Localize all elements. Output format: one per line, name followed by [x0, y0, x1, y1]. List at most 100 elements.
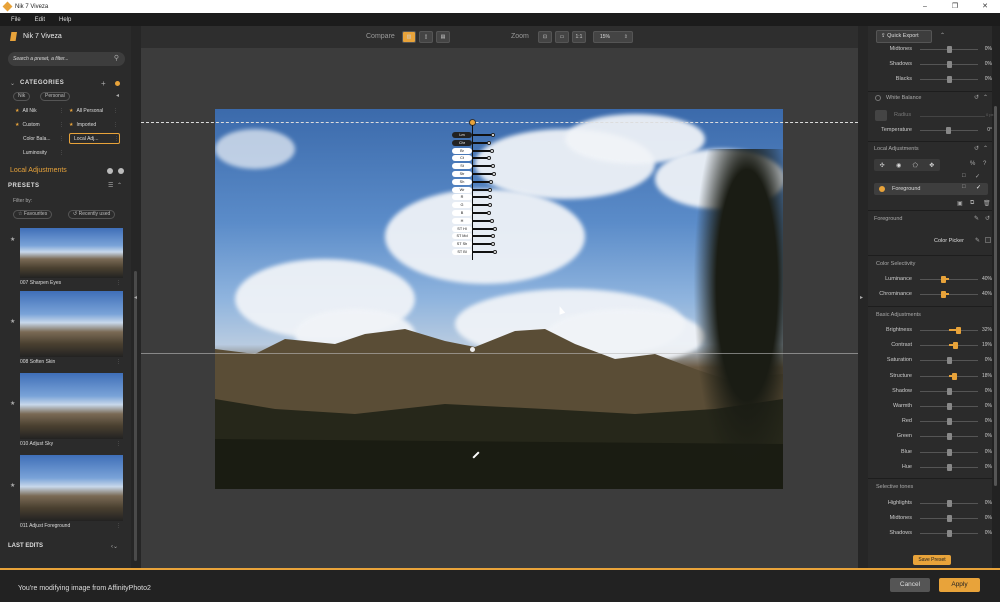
highlights-row[interactable]: Highlights 0%: [868, 497, 992, 511]
color-swatch[interactable]: [985, 237, 991, 243]
gradient-tool-icon[interactable]: ✥: [929, 162, 934, 169]
list-view-icon[interactable]: ☰: [108, 182, 113, 189]
more-icon[interactable]: ⋮: [116, 358, 121, 366]
control-point-slider[interactable]: ST Bl: [452, 249, 497, 255]
more-icon[interactable]: ⋮: [59, 148, 64, 159]
quick-export-button[interactable]: ⇪ Quick Export: [876, 30, 932, 43]
category-local-adjustments[interactable]: Local Adj... ⋮: [69, 133, 120, 144]
control-point-knob[interactable]: [490, 218, 494, 223]
maximize-button[interactable]: ❐: [940, 0, 970, 13]
chrominance-row[interactable]: Chrominance 40%: [868, 288, 992, 302]
favourite-star-icon[interactable]: ★: [10, 236, 15, 243]
shadows-row[interactable]: Shadows 0%: [868, 527, 992, 541]
control-point-knob[interactable]: [491, 242, 495, 247]
right-scrollbar[interactable]: [992, 26, 1000, 568]
control-point-knob[interactable]: [491, 164, 495, 169]
control-point-tool-icon[interactable]: ✣: [880, 162, 885, 169]
close-button[interactable]: ✕: [970, 0, 1000, 13]
category-imported[interactable]: ★ Imported ⋮: [69, 120, 118, 131]
color-picker-eyedropper-icon[interactable]: ✎: [975, 237, 980, 244]
select-all-icon[interactable]: □: [962, 173, 966, 179]
slider-knob[interactable]: [952, 342, 958, 350]
more-icon[interactable]: ⋮: [114, 134, 119, 145]
foreground-item[interactable]: Foreground: [874, 183, 988, 195]
collapse-icon[interactable]: ⌄: [10, 80, 15, 87]
tag-more-icon[interactable]: ◂: [116, 92, 119, 99]
control-point-slider[interactable]: Lm: [452, 132, 495, 138]
shadows-row[interactable]: Shadows 0%: [868, 58, 992, 72]
control-point-knob[interactable]: [493, 226, 497, 231]
slider-knob[interactable]: [952, 372, 958, 380]
preset-card[interactable]: 011 Adjust Foreground ⋮: [20, 455, 123, 530]
control-point-slider[interactable]: ST Hl: [452, 225, 497, 232]
red-row[interactable]: Red 0%: [868, 415, 992, 429]
control-point-knob[interactable]: [488, 203, 492, 208]
control-point-knob[interactable]: [490, 148, 494, 153]
control-point-knob[interactable]: [487, 156, 491, 161]
zoom-select[interactable]: 15% ⇕: [593, 31, 633, 43]
control-point-slider[interactable]: St: [452, 163, 495, 170]
slider-track[interactable]: [920, 294, 978, 295]
slider-knob[interactable]: [947, 46, 952, 53]
more-icon[interactable]: ⋮: [59, 134, 64, 145]
local-adjustments-link[interactable]: Local Adjustments: [10, 167, 67, 174]
warmth-row[interactable]: Warmth 0%: [868, 400, 992, 414]
slider-knob[interactable]: [947, 433, 952, 441]
more-icon[interactable]: ⋮: [116, 279, 121, 287]
duplicate-icon[interactable]: ⧉: [970, 200, 974, 207]
apply-button[interactable]: Apply: [939, 578, 980, 592]
slider-knob[interactable]: [947, 515, 952, 522]
slider-knob[interactable]: [947, 530, 952, 537]
control-point-slider[interactable]: ST Sh: [452, 241, 495, 248]
more-icon[interactable]: ⋮: [116, 522, 121, 530]
reset-icon[interactable]: ↺: [985, 215, 990, 222]
percent-icon[interactable]: %: [970, 161, 975, 167]
gradient-bottom-line[interactable]: [141, 353, 858, 354]
last-edits-toggle-icon[interactable]: ‹⌄: [111, 543, 118, 550]
color-dot-icon[interactable]: [115, 81, 120, 86]
brush-icon[interactable]: ✎: [974, 215, 979, 222]
eyedropper-button[interactable]: [875, 110, 887, 121]
menu-edit[interactable]: Edit: [35, 17, 45, 23]
control-point-knob[interactable]: [487, 140, 491, 145]
category-color-balance[interactable]: Color Bala... ⋮: [23, 134, 64, 145]
check-icon[interactable]: ✓: [975, 173, 980, 180]
zoom-fill-button[interactable]: ▭: [555, 31, 569, 43]
photo-preview[interactable]: [215, 109, 783, 489]
add-category-icon[interactable]: +: [101, 79, 106, 88]
slider-knob[interactable]: [947, 448, 952, 456]
check-icon[interactable]: ✓: [976, 184, 981, 191]
control-point-slider[interactable]: Str: [452, 171, 496, 177]
category-custom[interactable]: ★ Custom ⋮: [15, 120, 64, 131]
collapse-presets-icon[interactable]: ⌃: [117, 182, 122, 189]
help-icon[interactable]: ?: [983, 161, 986, 167]
zoom-1to1-button[interactable]: 1:1: [572, 31, 586, 43]
tag-nik[interactable]: Nik: [13, 92, 31, 101]
reset-icon[interactable]: ↺: [974, 145, 979, 152]
control-point-knob[interactable]: [491, 234, 495, 239]
menu-help[interactable]: Help: [59, 17, 71, 23]
slider-knob[interactable]: [956, 327, 962, 334]
structure-row[interactable]: Structure 18%: [868, 370, 992, 384]
category-all-personal[interactable]: ★ All Personal ⋮: [69, 106, 118, 117]
slider-knob[interactable]: [941, 291, 947, 298]
luminance-row[interactable]: Luminance 40%: [868, 273, 992, 287]
radius-track[interactable]: [920, 116, 985, 117]
white-balance-toggle[interactable]: [875, 95, 881, 101]
category-luminosity[interactable]: Luminosity ⋮: [23, 148, 64, 159]
category-all-nik[interactable]: ★ All Nik ⋮: [15, 106, 64, 117]
save-preset-button[interactable]: Save Preset: [913, 555, 951, 565]
more-icon[interactable]: ⋮: [113, 106, 118, 117]
gradient-handle[interactable]: [470, 347, 475, 352]
shape-tool-icon[interactable]: ⬠: [913, 162, 918, 169]
compare-split-button[interactable]: ▥: [402, 31, 416, 43]
add-icon[interactable]: [107, 168, 113, 174]
control-point-knob[interactable]: [491, 133, 495, 137]
cancel-button[interactable]: Cancel: [890, 578, 930, 592]
compare-trash-button[interactable]: ▤: [436, 31, 450, 43]
filter-favourites[interactable]: ☆ Favourites: [13, 210, 53, 219]
slider-knob[interactable]: [947, 418, 952, 426]
right-scrollbar-thumb[interactable]: [994, 106, 997, 486]
more-icon[interactable]: ⋮: [59, 106, 64, 117]
brush-tool-icon[interactable]: ◉: [896, 162, 901, 169]
